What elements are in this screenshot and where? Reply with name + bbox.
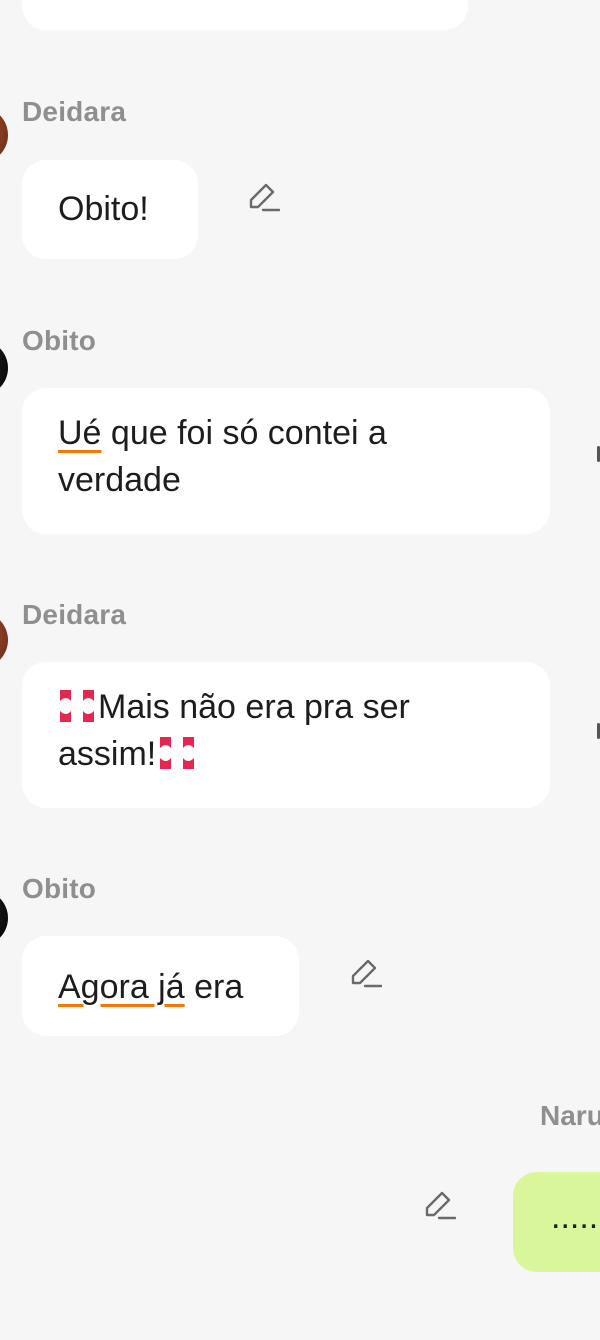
avatar-obito[interactable] <box>0 340 8 396</box>
message-bubble[interactable]: Ué que foi só contei a verdade <box>22 388 550 534</box>
message-bubble[interactable]: Obito! <box>22 160 198 259</box>
sender-name: Deidara <box>22 96 127 127</box>
anger-symbol-icon <box>158 735 196 771</box>
spellcheck-word[interactable]: Agora já <box>58 968 185 1006</box>
spellcheck-word[interactable]: Ué <box>58 414 101 452</box>
pencil-icon[interactable] <box>422 1188 456 1222</box>
message-text: era <box>184 968 244 1006</box>
avatar-deidara[interactable] <box>0 612 8 668</box>
message-bubble[interactable]: Agora já era <box>22 936 299 1036</box>
anger-symbol-icon <box>58 688 96 724</box>
pencil-icon[interactable] <box>348 956 382 990</box>
message-bubble[interactable]: Mais não era pra ser assim! <box>22 662 550 808</box>
sender-name: Obito <box>22 325 97 356</box>
chat-thread: Deidara Obito! Obito Ué que foi só conte… <box>0 0 600 1340</box>
sender-name: Obito <box>22 873 97 904</box>
message-text: Mais não era pra ser assim! <box>58 688 420 773</box>
message-text: ..... <box>551 1198 599 1236</box>
previous-message-bubble[interactable] <box>22 0 468 30</box>
message-text: Obito! <box>58 190 149 228</box>
avatar-obito[interactable] <box>0 890 8 946</box>
avatar-deidara[interactable] <box>0 107 8 163</box>
sender-name: Deidara <box>22 599 127 630</box>
sender-name-self: Naru <box>540 1100 600 1131</box>
pencil-icon[interactable] <box>246 180 280 214</box>
user-message-bubble[interactable]: ..... <box>513 1172 600 1272</box>
message-text: que foi só contei a verdade <box>58 414 397 499</box>
